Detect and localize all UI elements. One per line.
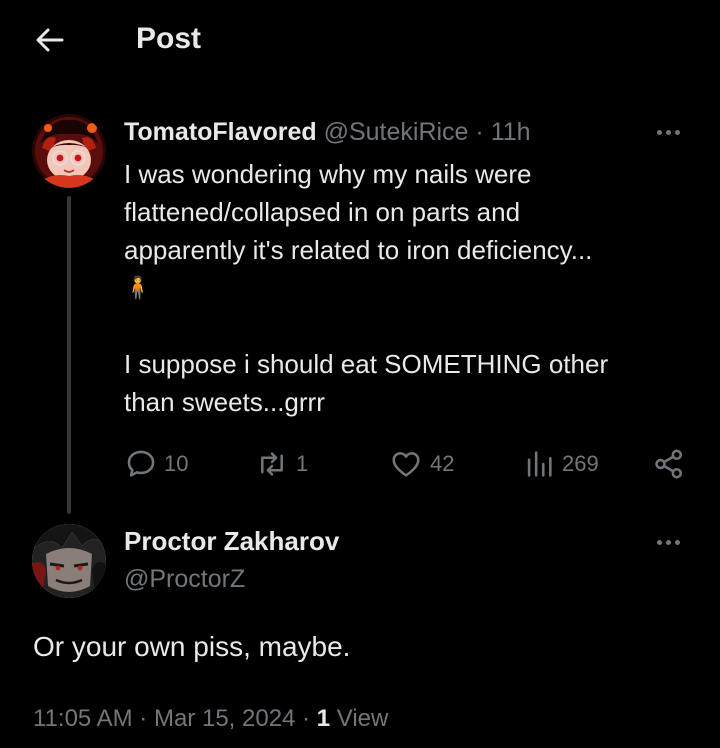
dark-character-avatar-image xyxy=(32,524,106,598)
reply-action-button[interactable]: 10 xyxy=(124,444,188,484)
reply-text-line: I suppose i should eat SOMETHING other xyxy=(124,349,609,379)
page-title: Post xyxy=(136,22,202,55)
top-header: Post xyxy=(0,0,720,80)
arrow-left-icon xyxy=(36,28,64,52)
post-author-handle[interactable]: @ProctorZ xyxy=(124,560,245,598)
analytics-bars-icon xyxy=(527,451,552,477)
reply-text-line: I was wondering why my nails were xyxy=(124,159,532,189)
like-count: 42 xyxy=(430,451,455,476)
post-author-name[interactable]: Proctor Zakharov xyxy=(124,522,339,560)
reply-timestamp[interactable]: 11h xyxy=(491,118,531,146)
reply-header: TomatoFlavored @SutekiRice · 11h xyxy=(124,114,531,150)
views-action-button[interactable]: 269 xyxy=(522,444,599,484)
separator-dot: · xyxy=(475,118,484,146)
separator-dot: · xyxy=(302,705,311,732)
standing-person-emoji: 🧍 xyxy=(124,275,152,300)
reply-text-line: flattened/collapsed in on parts and xyxy=(124,197,521,227)
reply-text-line: apparently it's related to iron deficien… xyxy=(124,235,593,265)
post-views-label: View xyxy=(336,705,389,732)
like-action-button[interactable]: 42 xyxy=(388,444,454,484)
post-meta: 11:05 AM · Mar 15, 2024 · 1 View xyxy=(33,700,388,738)
post-body-text: Or your own piss, maybe. xyxy=(33,631,351,662)
view-count: 269 xyxy=(562,451,599,476)
avatar-proctorz[interactable] xyxy=(32,524,106,598)
avatar-tomatoflavored[interactable] xyxy=(32,114,106,188)
share-action-button[interactable] xyxy=(652,444,686,484)
reply-action-bar: 10 1 42 269 xyxy=(124,444,694,484)
repost-action-button[interactable]: 1 xyxy=(254,444,308,484)
more-dot xyxy=(674,539,680,545)
more-dot xyxy=(665,129,671,135)
reply-handle[interactable]: @SutekiRice xyxy=(324,118,469,146)
more-dot xyxy=(665,539,671,545)
repost-icon xyxy=(261,452,283,476)
comment-bubble-icon xyxy=(127,450,155,477)
post-time[interactable]: 11:05 AM xyxy=(33,705,133,732)
reply-more-button[interactable] xyxy=(650,120,686,144)
reply-display-name[interactable]: TomatoFlavored xyxy=(124,118,317,146)
back-button[interactable] xyxy=(28,22,72,58)
more-dot xyxy=(674,129,680,135)
repost-count: 1 xyxy=(296,451,309,476)
post-date[interactable]: Mar 15, 2024 xyxy=(154,705,295,732)
more-dots-icon xyxy=(656,539,662,545)
reply-count: 10 xyxy=(164,451,189,476)
heart-icon xyxy=(392,452,420,477)
thread-connector-line xyxy=(67,196,71,514)
anime-avatar-image xyxy=(32,114,106,188)
post-more-button[interactable] xyxy=(650,530,686,554)
reply-text-line: than sweets...grrr xyxy=(124,387,325,417)
reply-body: I was wondering why my nails were flatte… xyxy=(124,155,684,421)
separator-dot: · xyxy=(139,705,148,732)
share-icon xyxy=(655,449,683,479)
more-dots-icon xyxy=(656,129,662,135)
post-views-count: 1 xyxy=(316,705,331,732)
